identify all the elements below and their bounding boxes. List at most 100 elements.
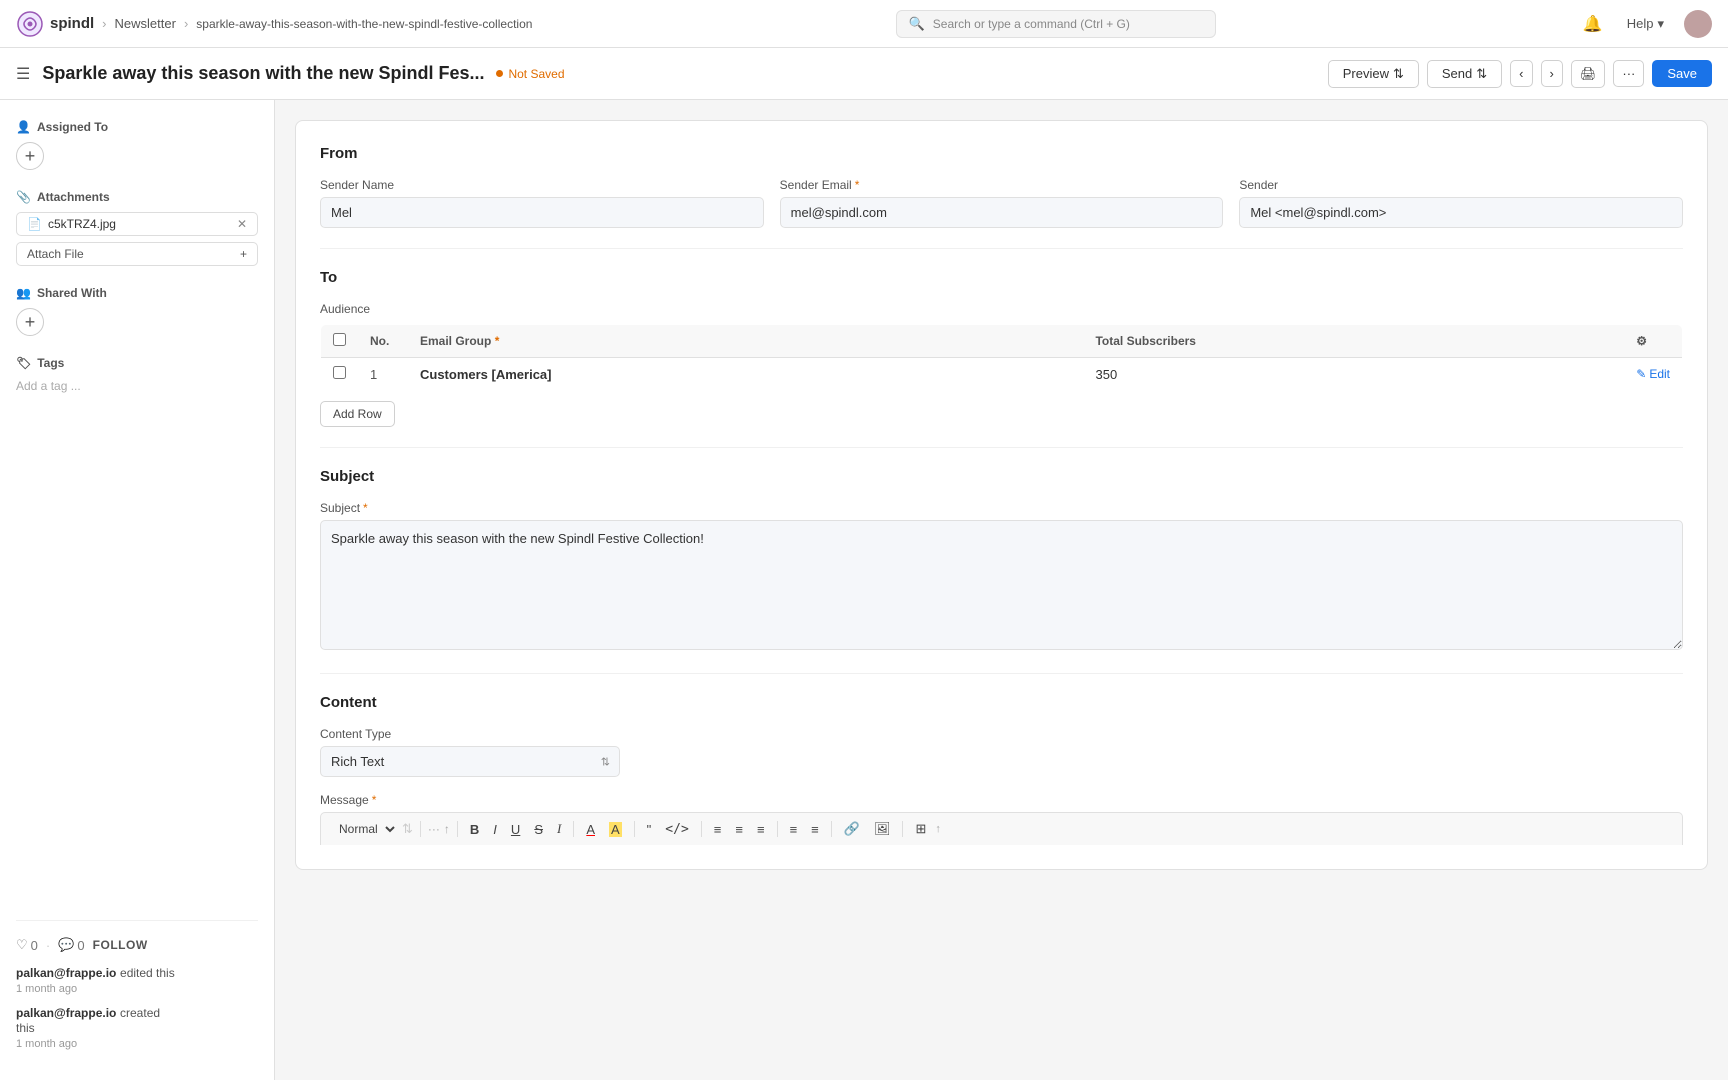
- heart-icon: ♡: [16, 937, 28, 953]
- sidebar: 👤 Assigned To + 📎 Attachments 📄 c5kTRZ4.…: [0, 100, 275, 1080]
- more-button[interactable]: ···: [1613, 60, 1644, 87]
- sender-field: Sender: [1239, 178, 1683, 228]
- attachment-remove-button[interactable]: ✕: [237, 217, 247, 231]
- sender-input[interactable]: [1239, 197, 1683, 228]
- toolbar-blockquote-button[interactable]: ": [642, 820, 657, 839]
- content-section: Content Content Type Rich Text HTML Mark…: [320, 694, 1683, 845]
- toolbar-code-button[interactable]: </>: [660, 819, 693, 839]
- attach-file-label: Attach File: [27, 247, 84, 261]
- add-row-button[interactable]: Add Row: [320, 401, 395, 427]
- shared-with-title: 👥 Shared With: [16, 286, 258, 300]
- breadcrumb-newsletter[interactable]: Newsletter: [115, 16, 176, 31]
- search-placeholder: Search or type a command (Ctrl + G): [933, 17, 1130, 31]
- nav-right: 🔔 Help ▾: [1579, 10, 1712, 38]
- edit-row-button[interactable]: ✎ Edit: [1636, 367, 1670, 381]
- row-checkbox[interactable]: [333, 366, 346, 379]
- nav-forward-button[interactable]: ›: [1541, 60, 1563, 87]
- search-box[interactable]: 🔍 Search or type a command (Ctrl + G): [896, 10, 1216, 38]
- attach-file-button[interactable]: Attach File +: [16, 242, 258, 266]
- add-assigned-button[interactable]: +: [16, 142, 44, 170]
- like-button[interactable]: ♡ 0: [16, 937, 38, 953]
- toolbar-italic2-button[interactable]: I: [552, 819, 566, 839]
- toolbar-bullet-list-button[interactable]: ≡: [709, 820, 727, 839]
- subject-section: Subject Subject * Sparkle away this seas…: [320, 468, 1683, 653]
- assigned-to-section: 👤 Assigned To +: [16, 120, 258, 170]
- select-all-checkbox[interactable]: [333, 333, 346, 346]
- toolbar-indent-increase-button[interactable]: ≡: [806, 820, 824, 839]
- sender-name-input[interactable]: [320, 197, 764, 228]
- toolbar-highlight-button[interactable]: A: [604, 820, 627, 839]
- save-button[interactable]: Save: [1652, 60, 1712, 87]
- help-button[interactable]: Help ▾: [1619, 12, 1672, 36]
- required-star-subject: *: [363, 501, 368, 515]
- attachment-filename: c5kTRZ4.jpg: [48, 217, 116, 231]
- toolbar-align-left-button[interactable]: ≡: [785, 820, 803, 839]
- subject-input[interactable]: Sparkle away this season with the new Sp…: [320, 520, 1683, 650]
- subject-section-title: Subject: [320, 468, 1683, 485]
- content-type-field: Content Type Rich Text HTML Markdown: [320, 727, 620, 777]
- subject-label: Subject *: [320, 501, 1683, 515]
- toolbar-text-color-button[interactable]: A: [581, 820, 600, 839]
- required-star-message: *: [372, 793, 377, 807]
- divider-1: [320, 248, 1683, 249]
- table-header-checkbox: [321, 325, 359, 358]
- nav-forward-icon: ›: [1550, 66, 1554, 81]
- activity-time-2: 1 month ago: [16, 1038, 77, 1050]
- editor-toolbar: Normal ⇅ ··· ↑ B I U S I A A: [320, 812, 1683, 845]
- follow-button[interactable]: FOLLOW: [93, 938, 148, 952]
- breadcrumb-sep-1: ›: [102, 16, 106, 31]
- toolbar-divider-3: [573, 821, 574, 837]
- toolbar-ordered-list-button[interactable]: ≡: [730, 820, 748, 839]
- hamburger-menu-button[interactable]: ☰: [16, 64, 30, 84]
- toolbar-indent-decrease-button[interactable]: ≡: [752, 820, 770, 839]
- logo[interactable]: spindl: [16, 10, 94, 38]
- toolbar-table-icon: ↑: [935, 823, 941, 835]
- paperclip-icon: 📎: [16, 190, 31, 204]
- add-row-label: Add Row: [333, 407, 382, 421]
- content-type-select[interactable]: Rich Text HTML Markdown: [320, 746, 620, 777]
- row-checkbox-cell: [321, 358, 359, 391]
- table-header-email-group: Email Group *: [408, 325, 1083, 358]
- assigned-to-title: 👤 Assigned To: [16, 120, 258, 134]
- sender-name-field: Sender Name: [320, 178, 764, 228]
- person-icon: 👤: [16, 120, 31, 134]
- toolbar-style-select[interactable]: Normal: [331, 819, 398, 839]
- notifications-button[interactable]: 🔔: [1579, 10, 1607, 38]
- nav-back-button[interactable]: ‹: [1510, 60, 1532, 87]
- avatar[interactable]: [1684, 10, 1712, 38]
- comment-button[interactable]: 💬 0: [58, 937, 84, 953]
- audience-label: Audience: [320, 302, 1683, 316]
- toolbar-table-button[interactable]: ⊞: [910, 819, 931, 839]
- required-star-email: *: [495, 334, 500, 348]
- attachments-title: 📎 Attachments: [16, 190, 258, 204]
- more-icon: ···: [1622, 66, 1635, 81]
- audience-table: No. Email Group * Total Subscribers ⚙: [320, 324, 1683, 391]
- print-icon: 🖨: [1580, 66, 1597, 82]
- page-header-left: ☰ Sparkle away this season with the new …: [16, 63, 565, 84]
- toolbar-italic-button[interactable]: I: [488, 820, 502, 839]
- message-field: Message * Normal ⇅ ··· ↑ B I: [320, 793, 1683, 845]
- add-shared-button[interactable]: +: [16, 308, 44, 336]
- nav-center: 🔍 Search or type a command (Ctrl + G): [532, 10, 1578, 38]
- breadcrumb-sep-2: ›: [184, 16, 188, 31]
- attachment-item: 📄 c5kTRZ4.jpg ✕: [16, 212, 258, 236]
- page-header: ☰ Sparkle away this season with the new …: [0, 48, 1728, 100]
- toolbar-bold-button[interactable]: B: [465, 820, 484, 839]
- row-no: 1: [358, 358, 408, 391]
- sender-email-label: Sender Email *: [780, 178, 1224, 192]
- help-label: Help: [1627, 16, 1654, 31]
- toolbar-strikethrough-button[interactable]: S: [529, 820, 548, 839]
- toolbar-image-button[interactable]: 🖼: [869, 819, 896, 839]
- attachments-section: 📎 Attachments 📄 c5kTRZ4.jpg ✕ Attach Fil…: [16, 190, 258, 266]
- nav-back-icon: ‹: [1519, 66, 1523, 81]
- toolbar-link-button[interactable]: 🔗: [839, 819, 865, 839]
- print-button[interactable]: 🖨: [1571, 60, 1606, 88]
- send-button[interactable]: Send ⇅: [1427, 60, 1502, 88]
- settings-icon[interactable]: ⚙: [1636, 334, 1647, 348]
- help-chevron-icon: ▾: [1657, 16, 1664, 32]
- toolbar-underline-button[interactable]: U: [506, 820, 525, 839]
- sender-email-input[interactable]: [780, 197, 1224, 228]
- not-saved-badge: Not Saved: [496, 67, 564, 81]
- breadcrumb-current: sparkle-away-this-season-with-the-new-sp…: [196, 17, 532, 31]
- preview-button[interactable]: Preview ⇅: [1328, 60, 1419, 88]
